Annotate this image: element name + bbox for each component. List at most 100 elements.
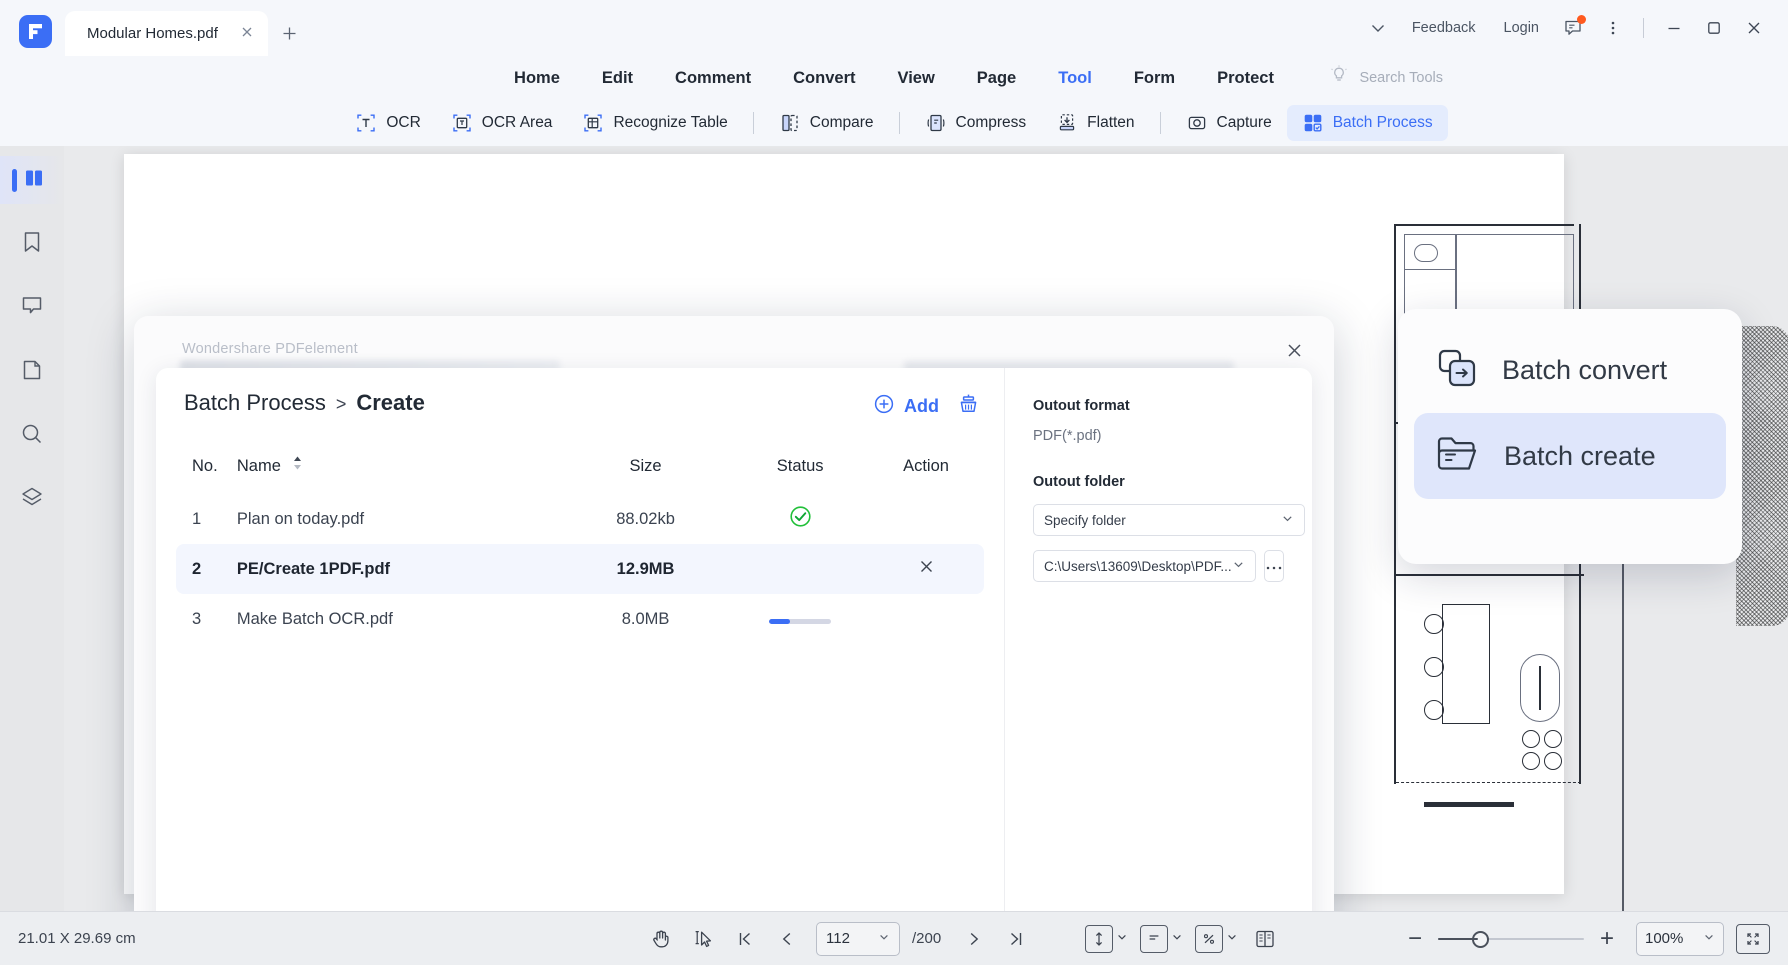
more-options-icon[interactable] [1593,11,1633,45]
zoom-in-button[interactable]: + [1588,921,1626,957]
fit-screen-button[interactable] [1736,923,1770,954]
dual-page-button[interactable] [1244,920,1286,958]
row-name: Make Batch OCR.pdf [236,609,393,628]
row-action [868,594,984,644]
select-tool-icon[interactable] [682,920,724,958]
menu-convert[interactable]: Convert [772,69,876,88]
page-fit-dropdown[interactable] [1195,924,1238,953]
file-list-pane: Batch Process > Create Add No. Name Size… [156,368,1004,940]
menu-form[interactable]: Form [1113,69,1196,88]
chevron-down-icon [1171,930,1183,948]
app-logo-icon [19,15,52,48]
folder-path-value: C:\Users\13609\Desktop\PDF... [1044,558,1232,574]
scroll-mode-dropdown[interactable] [1085,924,1128,953]
output-format-value: PDF(*.pdf) [1033,428,1102,444]
clear-list-button[interactable] [957,392,980,420]
add-files-button[interactable]: Add [873,393,939,420]
remove-row-icon[interactable] [919,559,934,578]
sidebar-item-comments[interactable] [0,284,64,332]
ribbon-ocr[interactable]: OCR [340,105,435,141]
ribbon-compare[interactable]: Compare [764,105,889,141]
ribbon-recognize-table[interactable]: Recognize Table [567,105,742,141]
panel-icon [19,165,45,196]
new-tab-button[interactable] [268,11,312,56]
table-row[interactable]: 1 Plan on today.pdf 88.02kb [176,494,984,544]
first-page-button[interactable] [724,920,766,958]
tab-strip: Modular Homes.pdf [65,11,312,56]
sidebar-item-layers[interactable] [0,476,64,524]
folder-path-select[interactable]: C:\Users\13609\Desktop\PDF... [1033,550,1256,582]
chevron-down-icon [1703,930,1715,948]
message-icon[interactable] [1553,11,1593,45]
file-table: No. Name Size Status Action 1 Plan on to… [176,446,984,644]
chevron-down-icon [878,930,890,948]
col-header-name[interactable]: Name [237,446,559,494]
menu-comment[interactable]: Comment [654,69,772,88]
dialog-close-button[interactable] [1276,332,1312,368]
search-tools-placeholder: Search Tools [1359,69,1443,86]
window-close-button[interactable] [1734,11,1774,45]
breadcrumb-separator: > [335,394,347,414]
sidebar-item-bookmarks[interactable] [0,220,64,268]
menu-protect[interactable]: Protect [1196,69,1295,88]
document-tab[interactable]: Modular Homes.pdf [65,11,268,56]
progress-bar [769,618,832,624]
hand-tool-icon[interactable] [640,920,682,958]
ribbon-capture[interactable]: Capture [1171,105,1287,141]
ribbon-label: Flatten [1087,114,1135,131]
sidebar-item-thumbnails[interactable] [0,156,64,204]
browse-folder-button[interactable] [1263,550,1284,582]
login-button[interactable]: Login [1490,10,1553,46]
clear-broom-icon [957,392,980,420]
notification-dot [1577,15,1586,24]
tab-close-icon[interactable] [240,25,254,42]
menu-tool[interactable]: Tool [1037,69,1113,88]
zoom-slider-handle[interactable] [1472,930,1489,948]
ribbon-flatten[interactable]: Flatten [1041,105,1149,141]
zoom-out-button[interactable]: − [1396,921,1434,957]
status-bar: 21.01 X 29.69 cm 112 /200 − + 100% [0,911,1788,965]
left-sidebar [0,146,64,911]
page-number-input[interactable]: 112 [816,921,900,956]
ribbon-batch-process[interactable]: Batch Process [1286,105,1448,141]
view-mode-dropdown[interactable] [1140,924,1183,953]
page-icon [19,357,45,388]
sidebar-item-search[interactable] [0,412,64,460]
minimize-button[interactable] [1654,11,1694,45]
sidebar-item-attachments[interactable] [0,348,64,396]
maximize-button[interactable] [1694,11,1734,45]
table-row[interactable]: 2 PE/Create 1PDF.pdf 12.9MB [176,544,984,594]
dialog-app-title: Wondershare PDFelement [182,341,358,357]
batch-process-dialog: Wondershare PDFelement Batch Process > C… [134,316,1334,965]
ribbon-compress[interactable]: Compress [910,105,1042,141]
folder-mode-value: Specify folder [1044,512,1126,528]
sort-updown-icon[interactable] [293,456,302,470]
menu-edit[interactable]: Edit [581,69,654,88]
last-page-button[interactable] [995,920,1037,958]
ribbon-label: Batch Process [1332,114,1433,131]
popup-item-batch-create[interactable]: Batch create [1414,413,1726,499]
feedback-button[interactable]: Feedback [1398,10,1490,46]
zoom-slider[interactable] [1438,921,1584,957]
next-page-button[interactable] [953,920,995,958]
folder-mode-select[interactable]: Specify folder [1033,504,1305,536]
popup-item-batch-convert[interactable]: Batch convert [1414,327,1726,413]
ribbon-ocr-area[interactable]: OCR Area [436,105,568,141]
row-size: 8.0MB [621,609,670,628]
tab-title: Modular Homes.pdf [87,25,218,42]
menu-page[interactable]: Page [956,69,1037,88]
zoom-level-select[interactable]: 100% [1636,921,1724,956]
search-tools[interactable]: Search Tools [1328,64,1443,91]
batch-create-card: Batch Process > Create Add No. Name Size… [156,368,1312,940]
ribbon-label: OCR [386,114,421,131]
previous-page-button[interactable] [766,920,808,958]
tool-ribbon: OCR OCR Area Recognize Table Compare Com… [0,100,1788,146]
workspace: Wondershare PDFelement Batch Process > C… [0,146,1788,965]
breadcrumb-root[interactable]: Batch Process [184,390,326,416]
col-header-size: Size [629,456,662,475]
menu-home[interactable]: Home [493,69,581,88]
menu-view[interactable]: View [876,69,955,88]
collapse-ribbon-icon[interactable] [1358,11,1398,45]
table-row[interactable]: 3 Make Batch OCR.pdf 8.0MB [176,594,984,644]
batch-mode-popup: Batch convert Batch create [1398,309,1742,564]
